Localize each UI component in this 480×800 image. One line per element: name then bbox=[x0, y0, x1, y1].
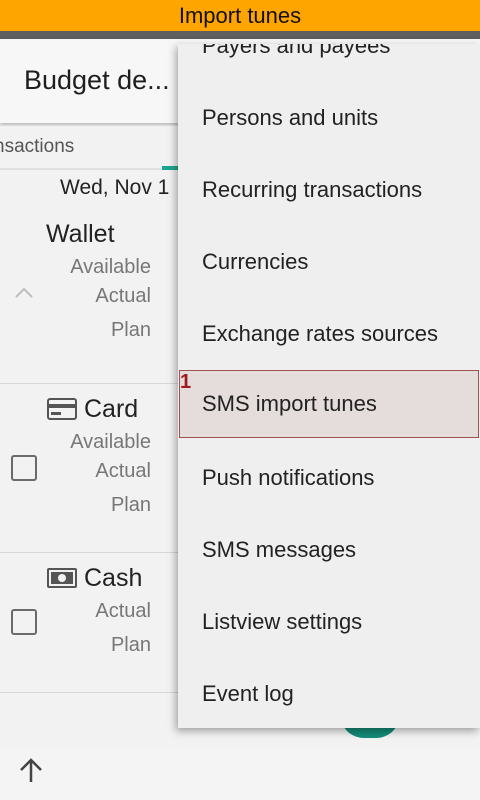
highlight-badge: 1 bbox=[180, 371, 192, 393]
bottom-bar bbox=[0, 748, 480, 800]
menu-item-sms-messages[interactable]: SMS messages bbox=[178, 514, 480, 586]
menu-item-listview-settings[interactable]: Listview settings bbox=[178, 586, 480, 658]
card-checkbox[interactable] bbox=[11, 455, 37, 481]
account-name: Cash bbox=[84, 564, 143, 592]
account-line-available: Available bbox=[70, 431, 151, 453]
menu-item-exchange-rates-sources[interactable]: Exchange rates sources bbox=[178, 298, 480, 370]
account-line-actual: Actual bbox=[95, 460, 151, 482]
menu-item-payers-and-payees[interactable]: Payers and payees bbox=[178, 44, 480, 82]
account-line-available: Available bbox=[70, 256, 151, 278]
cash-checkbox[interactable] bbox=[11, 609, 37, 635]
banner-title: Import tunes bbox=[0, 0, 480, 31]
divider bbox=[0, 383, 200, 384]
account-line-plan: Plan bbox=[110, 319, 151, 341]
card-icon bbox=[47, 398, 77, 420]
menu-item-persons-and-units[interactable]: Persons and units bbox=[178, 82, 480, 154]
status-strip bbox=[0, 31, 480, 39]
tab-divider bbox=[0, 168, 162, 170]
overflow-menu: Payers and payees Persons and units Recu… bbox=[178, 44, 480, 728]
tab-transactions[interactable]: nsactions bbox=[0, 136, 74, 158]
menu-item-sms-import-tunes[interactable]: SMS import tunes bbox=[179, 370, 479, 438]
app-title: Budget de... bbox=[24, 65, 170, 95]
account-name: Card bbox=[84, 395, 139, 423]
date-label: Wed, Nov 1 bbox=[60, 176, 170, 199]
divider bbox=[0, 552, 200, 553]
arrow-up-icon[interactable] bbox=[16, 756, 46, 786]
cash-icon bbox=[47, 568, 77, 588]
account-line-actual: Actual bbox=[95, 285, 151, 307]
account-line-plan: Plan bbox=[110, 494, 151, 516]
menu-item-push-notifications[interactable]: Push notifications bbox=[178, 442, 480, 514]
account-line-actual: Actual bbox=[95, 600, 151, 622]
divider bbox=[0, 692, 200, 693]
menu-item-recurring-transactions[interactable]: Recurring transactions bbox=[178, 154, 480, 226]
account-line-plan: Plan bbox=[110, 634, 151, 656]
chevron-up-icon[interactable] bbox=[14, 286, 34, 300]
account-name: Wallet bbox=[46, 220, 115, 248]
menu-item-currencies[interactable]: Currencies bbox=[178, 226, 480, 298]
menu-item-event-log[interactable]: Event log bbox=[178, 658, 480, 728]
